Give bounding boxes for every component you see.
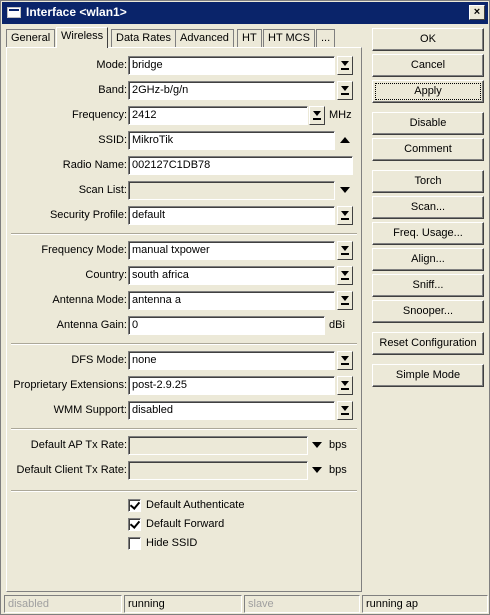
default-authenticate-checkbox[interactable]: [128, 499, 141, 512]
interface-window: Interface <wlan1> × General Wireless Dat…: [0, 0, 490, 615]
band-dropdown-icon[interactable]: [337, 81, 353, 100]
default-client-tx-rate-input[interactable]: [128, 461, 308, 480]
sniff-button[interactable]: Sniff...: [372, 274, 484, 297]
antenna-mode-select[interactable]: antenna a: [128, 291, 335, 310]
antenna-mode-label: Antenna Mode:: [52, 294, 127, 306]
security-profile-label: Security Profile:: [49, 209, 127, 221]
dfs-mode-dropdown-icon[interactable]: [337, 351, 353, 370]
antenna-mode-dropdown-icon[interactable]: [337, 291, 353, 310]
snooper-button[interactable]: Snooper...: [372, 300, 484, 323]
default-ap-tx-rate-dropdown-icon[interactable]: [312, 442, 322, 448]
default-ap-tx-rate-input[interactable]: [128, 436, 308, 455]
frequency-label: Frequency:: [71, 109, 127, 121]
apply-button[interactable]: Apply: [372, 80, 484, 103]
default-client-tx-rate-unit: bps: [329, 464, 347, 476]
security-profile-dropdown-icon[interactable]: [337, 206, 353, 225]
ssid-collapse-icon[interactable]: [340, 137, 350, 143]
title-bar[interactable]: Interface <wlan1> ×: [2, 2, 488, 24]
wmm-support-dropdown-icon[interactable]: [337, 401, 353, 420]
default-client-tx-rate-dropdown-icon[interactable]: [312, 467, 322, 473]
country-dropdown-icon[interactable]: [337, 266, 353, 285]
mode-dropdown-icon[interactable]: [337, 56, 353, 75]
wmm-support-label: WMM Support:: [53, 404, 127, 416]
disable-button[interactable]: Disable: [372, 112, 484, 135]
hide-ssid-checkbox[interactable]: [128, 537, 141, 550]
scan-button[interactable]: Scan...: [372, 196, 484, 219]
default-authenticate-label: Default Authenticate: [146, 499, 245, 511]
default-forward-label: Default Forward: [146, 518, 225, 530]
tab-wireless[interactable]: Wireless: [56, 27, 109, 48]
status-bar: disabled running slave running ap: [4, 595, 488, 613]
antenna-gain-label: Antenna Gain:: [56, 319, 127, 331]
default-ap-tx-rate-label: Default AP Tx Rate:: [30, 439, 127, 451]
torch-button[interactable]: Torch: [372, 170, 484, 193]
tab-ht-mcs[interactable]: HT MCS: [263, 29, 315, 47]
frequency-mode-select[interactable]: manual txpower: [128, 241, 335, 260]
proprietary-extensions-dropdown-icon[interactable]: [337, 376, 353, 395]
tab-more[interactable]: ...: [316, 29, 336, 47]
security-profile-select[interactable]: default: [128, 206, 335, 225]
proprietary-extensions-label: Proprietary Extensions:: [13, 379, 127, 391]
tab-ht[interactable]: HT: [237, 29, 262, 47]
frequency-dropdown-icon[interactable]: [309, 106, 325, 125]
window-icon: [7, 7, 21, 18]
status-enabled: disabled: [4, 595, 122, 613]
tab-data-rates[interactable]: Data Rates: [111, 29, 177, 47]
country-select[interactable]: south africa: [128, 266, 335, 285]
antenna-gain-unit: dBi: [329, 319, 345, 331]
default-client-tx-rate-label: Default Client Tx Rate:: [16, 464, 127, 476]
status-running: running: [124, 595, 242, 613]
hide-ssid-label: Hide SSID: [146, 537, 198, 549]
antenna-gain-input[interactable]: 0: [128, 316, 325, 335]
mode-select[interactable]: bridge: [128, 56, 335, 75]
close-button[interactable]: ×: [469, 5, 485, 20]
wmm-support-select[interactable]: disabled: [128, 401, 335, 420]
mode-label: Mode:: [96, 59, 127, 71]
window-title: Interface <wlan1>: [26, 5, 127, 19]
comment-button[interactable]: Comment: [372, 138, 484, 161]
dfs-mode-label: DFS Mode:: [71, 354, 127, 366]
default-forward-checkbox[interactable]: [128, 518, 141, 531]
reset-configuration-button[interactable]: Reset Configuration: [372, 332, 484, 355]
simple-mode-button[interactable]: Simple Mode: [372, 364, 484, 387]
ok-button[interactable]: OK: [372, 28, 484, 51]
frequency-mode-dropdown-icon[interactable]: [337, 241, 353, 260]
scan-list-input[interactable]: [128, 181, 335, 200]
separator: [11, 233, 357, 235]
tab-advanced[interactable]: Advanced: [175, 29, 234, 47]
ssid-input[interactable]: MikroTik: [128, 131, 335, 150]
radio-name-label: Radio Name:: [62, 159, 127, 171]
frequency-mode-label: Frequency Mode:: [41, 244, 127, 256]
ssid-label: SSID:: [98, 134, 127, 146]
separator: [11, 490, 357, 492]
status-mode: running ap: [362, 595, 488, 613]
radio-name-input[interactable]: 002127C1DB78: [128, 156, 353, 175]
wireless-panel: Mode: bridge Band: 2GHz-b/g/n Frequency:…: [6, 47, 362, 592]
band-select[interactable]: 2GHz-b/g/n: [128, 81, 335, 100]
status-slave: slave: [244, 595, 360, 613]
default-ap-tx-rate-unit: bps: [329, 439, 347, 451]
dfs-mode-select[interactable]: none: [128, 351, 335, 370]
scan-list-dropdown-icon[interactable]: [340, 187, 350, 193]
align-button[interactable]: Align...: [372, 248, 484, 271]
cancel-button[interactable]: Cancel: [372, 54, 484, 77]
tab-general[interactable]: General: [6, 29, 56, 47]
separator: [11, 428, 357, 430]
frequency-unit: MHz: [329, 109, 352, 121]
proprietary-extensions-select[interactable]: post-2.9.25: [128, 376, 335, 395]
scan-list-label: Scan List:: [78, 184, 127, 196]
separator: [11, 343, 357, 345]
frequency-select[interactable]: 2412: [128, 106, 308, 125]
band-label: Band:: [98, 84, 127, 96]
country-label: Country:: [85, 269, 127, 281]
freq-usage-button[interactable]: Freq. Usage...: [372, 222, 484, 245]
